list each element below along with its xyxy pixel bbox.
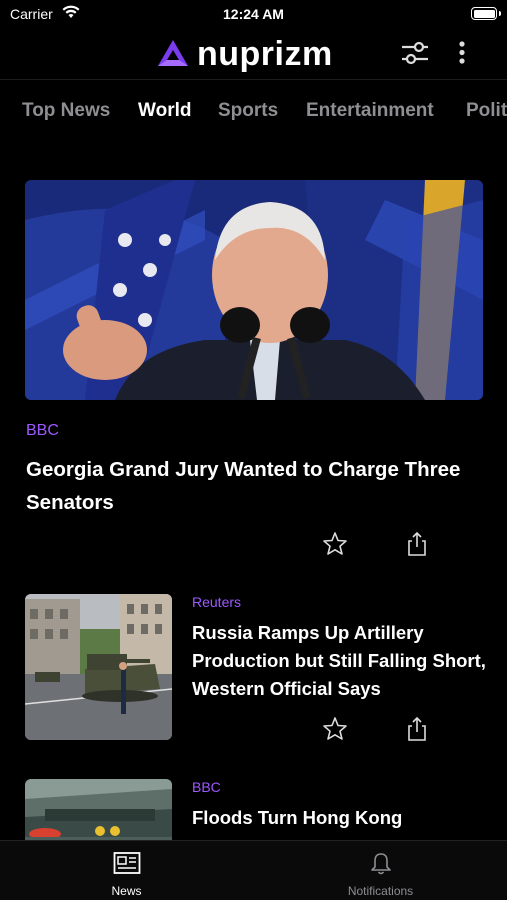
tab-notifications[interactable]: Notifications (254, 841, 507, 900)
featured-headline[interactable]: Georgia Grand Jury Wanted to Charge Thre… (26, 453, 466, 519)
tab-news[interactable]: News (0, 841, 253, 900)
tab-world[interactable]: World (138, 100, 191, 122)
article-headline[interactable]: Floods Turn Hong Kong (192, 804, 492, 832)
article-source: BBC (192, 779, 221, 795)
featured-source: BBC (26, 422, 59, 439)
news-feed[interactable]: BBC Georgia Grand Jury Wanted to Charge … (0, 142, 507, 840)
battery-icon (471, 7, 497, 20)
tab-entertainment[interactable]: Entertainment (306, 100, 434, 122)
bell-icon (370, 853, 391, 875)
bookmark-star-icon[interactable] (321, 715, 349, 743)
newspaper-icon (113, 852, 140, 874)
tab-notifications-label: Notifications (347, 884, 414, 898)
app-name: nuprizm (197, 35, 333, 73)
share-icon[interactable] (403, 530, 431, 558)
article-source: Reuters (192, 594, 242, 610)
article-headline[interactable]: Russia Ramps Up Artillery Production but… (192, 619, 492, 703)
more-options-icon[interactable] (452, 38, 472, 68)
tab-politics[interactable]: Politics (466, 100, 507, 122)
bookmark-star-icon[interactable] (321, 530, 349, 558)
category-tabs: Top News World Sports Entertainment Poli… (0, 80, 507, 142)
status-bar: Carrier 12:24 AM (0, 0, 507, 28)
article-thumbnail[interactable] (25, 779, 172, 840)
bottom-tab-bar: News Notifications (0, 840, 507, 900)
article-thumbnail[interactable] (25, 594, 172, 740)
tab-sports[interactable]: Sports (218, 100, 278, 122)
filter-settings-icon[interactable] (399, 38, 431, 68)
logo-mark-icon (158, 40, 188, 66)
status-time: 12:24 AM (223, 6, 284, 22)
app-header: nuprizm (0, 28, 507, 80)
featured-article-image[interactable] (25, 180, 483, 400)
tab-top-news[interactable]: Top News (22, 100, 110, 122)
tab-news-label: News (111, 884, 142, 898)
share-icon[interactable] (403, 715, 431, 743)
app-logo: nuprizm (157, 34, 333, 74)
